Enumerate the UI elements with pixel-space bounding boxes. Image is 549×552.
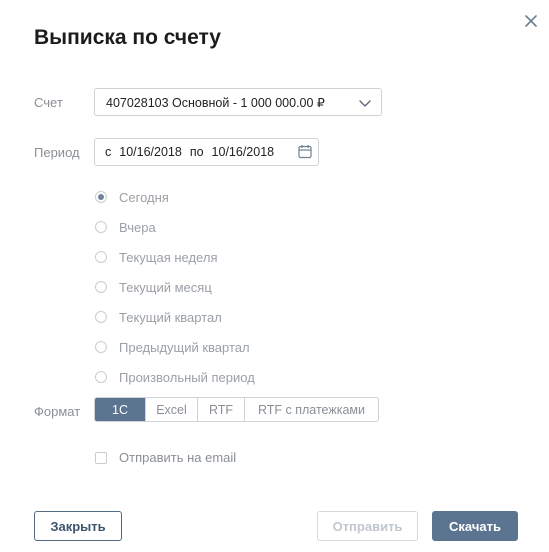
format-option-excel[interactable]: Excel [145, 398, 197, 421]
radio-label: Сегодня [119, 189, 169, 205]
period-option-current-quarter[interactable]: Текущий квартал [94, 302, 255, 332]
format-segmented-control: 1С Excel RTF RTF с платежками [94, 397, 379, 422]
radio-label: Текущий квартал [119, 309, 222, 325]
period-from-prefix: с [105, 145, 112, 159]
period-option-previous-quarter[interactable]: Предыдущий квартал [94, 332, 255, 362]
dialog-title: Выписка по счету [34, 26, 221, 49]
period-from-date[interactable]: 10/16/2018 [119, 145, 182, 159]
period-option-custom[interactable]: Произвольный период [94, 362, 255, 392]
period-option-yesterday[interactable]: Вчера [94, 212, 255, 242]
period-label: Период [34, 145, 80, 160]
format-option-rtf-with-payments[interactable]: RTF с платежками [244, 398, 378, 421]
checkbox-box[interactable] [95, 451, 107, 464]
radio-button[interactable] [95, 311, 107, 323]
period-to-date[interactable]: 10/16/2018 [212, 145, 275, 159]
radio-label: Текущая неделя [119, 249, 218, 265]
radio-button-selected[interactable] [95, 191, 107, 203]
send-button[interactable]: Отправить [317, 511, 418, 541]
radio-label: Вчера [119, 219, 156, 235]
account-select-value: 407028103 Основной - 1 000 000.00 ₽ [106, 95, 325, 110]
radio-label: Предыдущий квартал [119, 339, 250, 355]
period-date-range-field[interactable]: с 10/16/2018 по 10/16/2018 [94, 138, 319, 166]
calendar-icon[interactable] [298, 144, 312, 162]
chevron-down-icon [359, 97, 371, 111]
radio-button[interactable] [95, 281, 107, 293]
download-button[interactable]: Скачать [432, 511, 518, 541]
period-option-current-week[interactable]: Текущая неделя [94, 242, 255, 272]
period-to-prefix: по [189, 145, 204, 159]
format-option-1c[interactable]: 1С [95, 398, 145, 421]
period-option-current-month[interactable]: Текущий месяц [94, 272, 255, 302]
close-button[interactable]: Закрыть [34, 511, 122, 541]
account-label: Счет [34, 95, 63, 110]
format-label: Формат [34, 404, 81, 419]
account-select[interactable]: 407028103 Основной - 1 000 000.00 ₽ [94, 88, 382, 116]
radio-label: Текущий месяц [119, 279, 212, 295]
period-preset-radio-group: Сегодня Вчера Текущая неделя Текущий мес… [94, 182, 255, 392]
radio-button[interactable] [95, 371, 107, 383]
radio-button[interactable] [95, 341, 107, 353]
format-option-rtf[interactable]: RTF [197, 398, 244, 421]
send-email-label: Отправить на email [119, 450, 237, 465]
radio-label: Произвольный период [119, 369, 255, 385]
radio-button[interactable] [95, 221, 107, 233]
radio-button[interactable] [95, 251, 107, 263]
close-icon[interactable] [522, 12, 540, 30]
period-option-today[interactable]: Сегодня [94, 182, 255, 212]
send-email-checkbox[interactable]: Отправить на email [95, 450, 236, 465]
